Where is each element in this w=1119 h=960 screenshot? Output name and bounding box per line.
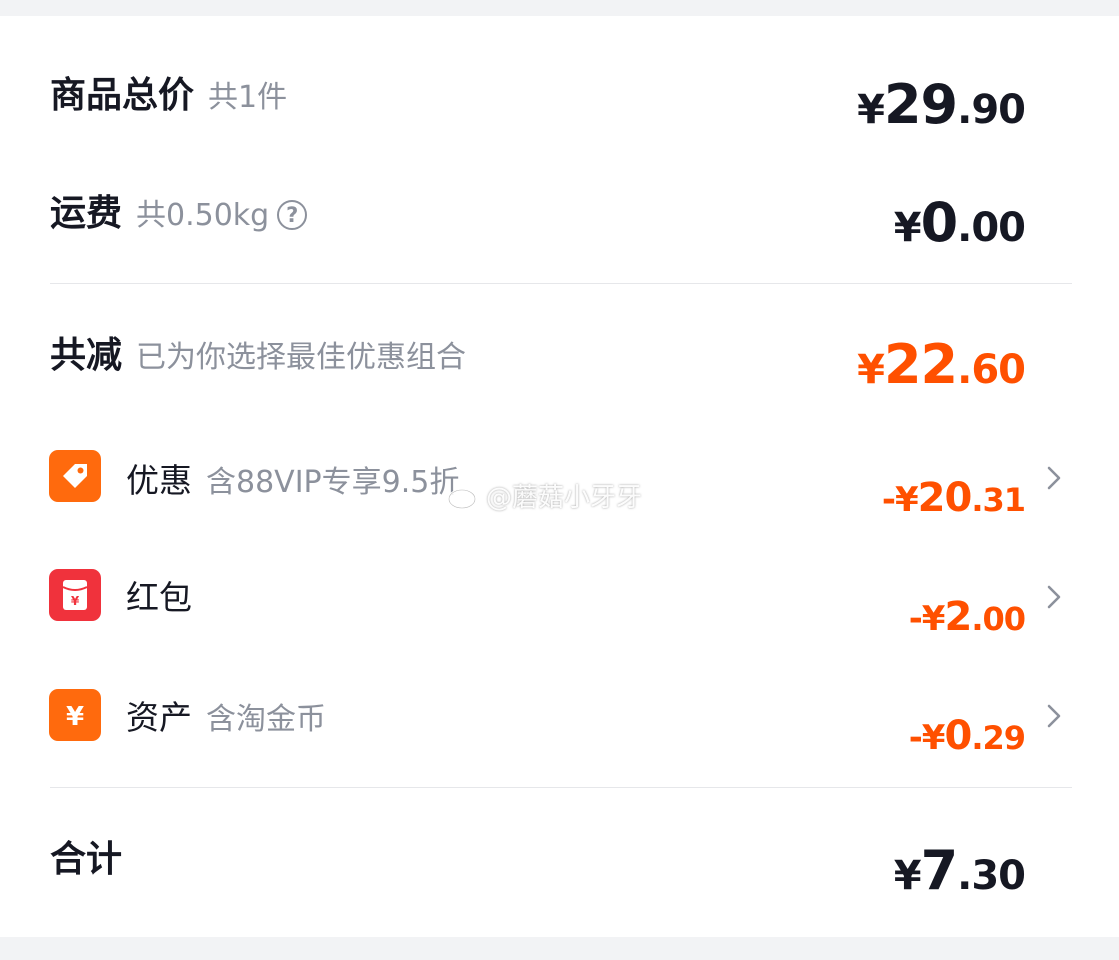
amount-integer: 29 (883, 73, 958, 136)
currency-symbol: ¥ (893, 853, 922, 899)
amount-decimal: .00 (971, 600, 1026, 638)
currency-symbol: -¥ (908, 599, 946, 639)
reduction-label: 共减 已为你选择最佳优惠组合 (50, 338, 466, 374)
order-price-card: 商品总价 共1件 ¥29.90 运费 共0.50kg? ¥0.00 共减 已为你选择最… (0, 16, 1119, 937)
chevron-right-icon[interactable] (1042, 463, 1066, 493)
goods-total-amount: ¥29.90 (857, 78, 1026, 133)
currency-symbol: ¥ (857, 347, 885, 393)
red-packet-label: 红包 (126, 581, 192, 614)
discount-note: 含88VIP专享9.5折 (206, 465, 460, 500)
chevron-right-icon[interactable] (1042, 701, 1066, 731)
reduction-amount: ¥22.60 (857, 338, 1026, 393)
red-packet-title: 红包 (126, 578, 192, 617)
amount-integer: 20 (917, 475, 973, 521)
total-title: 合计 (50, 839, 123, 880)
watermark-text: @蘑菇小牙牙 (486, 483, 643, 513)
red-packet-amount: -¥2.00 (908, 594, 1026, 640)
svg-text:¥: ¥ (66, 702, 84, 732)
total-amount: ¥7.30 (893, 844, 1026, 899)
reduction-title: 共减 (50, 335, 123, 376)
amount-integer: 0 (920, 191, 959, 254)
divider (50, 283, 1072, 284)
weibo-logo-icon (447, 487, 483, 510)
yen-coin-icon: ¥ (49, 689, 101, 741)
amount-decimal: .30 (957, 853, 1026, 899)
total-label: 合计 (50, 842, 122, 878)
amount-decimal: .90 (957, 87, 1026, 133)
asset-note: 含淘金币 (206, 702, 326, 737)
shipping-weight: 共0.50kg (136, 198, 270, 233)
discount-amount: -¥20.31 (881, 475, 1026, 521)
asset-amount: -¥0.29 (908, 713, 1026, 759)
discount-label: 优惠 含88VIP专享9.5折 (126, 464, 459, 498)
reduction-note: 已为你选择最佳优惠组合 (136, 340, 467, 375)
svg-text:¥: ¥ (71, 594, 80, 608)
amount-decimal: .31 (971, 481, 1026, 519)
amount-integer: 7 (920, 839, 959, 902)
currency-symbol: -¥ (908, 718, 946, 758)
amount-decimal: .00 (957, 205, 1026, 251)
watermark: @蘑菇小牙牙 (446, 484, 642, 511)
amount-decimal: .29 (971, 719, 1026, 757)
shipping-label: 运费 共0.50kg? (50, 193, 308, 234)
goods-total-title: 商品总价 (50, 75, 195, 116)
chevron-right-icon[interactable] (1042, 582, 1066, 612)
goods-total-label: 商品总价 共1件 (50, 78, 287, 114)
shipping-title: 运费 (50, 193, 123, 234)
item-count: 共1件 (208, 80, 288, 115)
divider (50, 787, 1072, 788)
tag-icon (49, 450, 101, 502)
asset-title: 资产 (126, 698, 192, 737)
amount-decimal: .60 (957, 347, 1026, 393)
shipping-amount: ¥0.00 (893, 196, 1026, 251)
currency-symbol: -¥ (881, 480, 919, 520)
amount-integer: 0 (944, 713, 972, 759)
amount-integer: 2 (944, 594, 972, 640)
red-envelope-icon: ¥ (49, 569, 101, 621)
amount-integer: 22 (883, 333, 958, 396)
currency-symbol: ¥ (857, 87, 885, 133)
asset-label: 资产 含淘金币 (126, 701, 326, 735)
currency-symbol: ¥ (893, 205, 922, 251)
discount-title: 优惠 (126, 461, 192, 500)
help-icon[interactable]: ? (277, 200, 308, 230)
